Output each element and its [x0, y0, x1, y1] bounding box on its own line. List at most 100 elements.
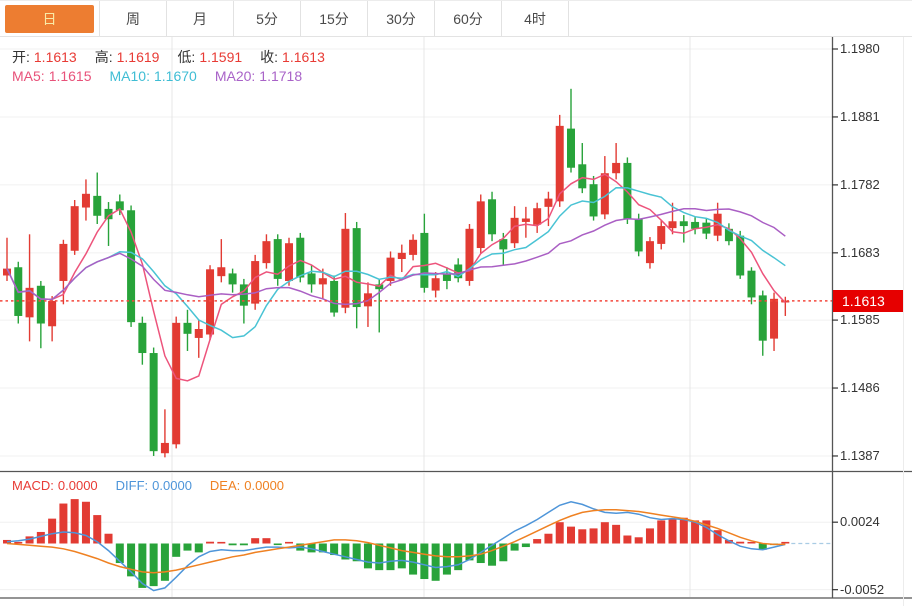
ma-legend: MA5:1.1615 MA10:1.1670 MA20:1.1718 — [12, 68, 320, 84]
macd-hist-bar — [736, 542, 744, 544]
candle-body — [556, 126, 564, 201]
price-axis-label: 1.1683 — [840, 245, 880, 260]
right-edge-divider — [903, 1, 904, 606]
macd-hist-bar — [262, 538, 270, 543]
legend-item: MA10:1.1670 — [110, 68, 201, 84]
candle-body — [657, 226, 665, 244]
macd-hist-bar — [48, 519, 56, 544]
current-price-tag: 1.1613 — [833, 290, 903, 312]
macd-hist-bar — [544, 534, 552, 544]
candle-body — [48, 301, 56, 326]
macd-hist-bar — [669, 519, 677, 544]
tab-60分[interactable]: 60分 — [435, 1, 502, 36]
macd-hist-bar — [285, 542, 293, 544]
candle-body — [172, 323, 180, 444]
candle-body — [82, 194, 90, 208]
candle-body — [330, 281, 338, 313]
candle-body — [432, 278, 440, 290]
macd-hist-bar — [601, 522, 609, 543]
candle-body — [578, 164, 586, 188]
macd-hist-bar — [240, 544, 248, 546]
candle-body — [59, 244, 67, 281]
legend-item: MA5:1.1615 — [12, 68, 96, 84]
price-axis-label: 1.1881 — [840, 109, 880, 124]
tabbar-spacer — [569, 1, 912, 36]
trading-chart-app: 日周月5分15分30分60分4时 开:1.1613高:1.1619低:1.159… — [0, 0, 912, 606]
macd-hist-bar — [274, 544, 282, 546]
macd-hist-bar — [206, 542, 214, 544]
candle-body — [71, 206, 79, 251]
macd-hist-bar — [556, 522, 564, 543]
macd-axis-label: 0.0024 — [840, 514, 880, 529]
macd-hist-bar — [409, 544, 417, 575]
tab-15分[interactable]: 15分 — [301, 1, 368, 36]
macd-legend: MACD:0.0000DIFF:0.0000DEA:0.0000 — [12, 478, 302, 493]
macd-hist-bar — [217, 542, 225, 544]
candle-body — [612, 163, 620, 173]
candle-body — [183, 323, 191, 334]
candle-body — [680, 221, 688, 226]
macd-hist-bar — [183, 544, 191, 551]
candle-body — [669, 221, 677, 228]
candle-body — [398, 253, 406, 259]
candle-body — [285, 243, 293, 281]
macd-hist-bar — [635, 537, 643, 543]
tab-5分[interactable]: 5分 — [234, 1, 301, 36]
candle-body — [150, 353, 158, 451]
macd-hist-bar — [59, 504, 67, 544]
macd-axis-label: -0.0052 — [840, 582, 884, 597]
macd-hist-bar — [375, 544, 383, 571]
macd-hist-bar — [229, 544, 237, 546]
macd-hist-bar — [432, 544, 440, 581]
macd-hist-bar — [590, 528, 598, 543]
macd-hist-bar — [150, 544, 158, 587]
macd-hist-bar — [511, 544, 519, 551]
macd-hist-bar — [657, 520, 665, 543]
price-axis-label: 1.1585 — [840, 312, 880, 327]
macd-hist-bar — [105, 534, 113, 544]
candle-body — [308, 273, 316, 284]
price-axis-label: 1.1486 — [840, 380, 880, 395]
macd-hist-bar — [195, 544, 203, 553]
tab-4时[interactable]: 4时 — [502, 1, 569, 36]
candle-body — [319, 278, 327, 284]
macd-hist-bar — [623, 536, 631, 544]
macd-hist-bar — [93, 515, 101, 543]
candle-body — [341, 229, 349, 308]
tab-月[interactable]: 月 — [167, 1, 234, 36]
candle-body — [511, 218, 519, 243]
macd-hist-bar — [567, 527, 575, 544]
ohlc-legend: 开:1.1613高:1.1619低:1.1591收:1.1613 — [12, 47, 343, 67]
macd-hist-bar — [364, 544, 372, 569]
tab-周[interactable]: 周 — [100, 1, 167, 36]
legend-item: MA20:1.1718 — [215, 68, 306, 84]
macd-hist-bar — [420, 544, 428, 580]
tab-30分[interactable]: 30分 — [368, 1, 435, 36]
candle-body — [93, 196, 101, 216]
legend-item: DIFF:0.0000 — [116, 478, 196, 493]
price-axis-label: 1.1387 — [840, 448, 880, 463]
macd-hist-bar — [522, 544, 530, 548]
macd-hist-bar — [578, 529, 586, 543]
price-axis-label: 1.1782 — [840, 177, 880, 192]
chart-canvas[interactable] — [0, 1, 912, 606]
macd-hist-bar — [612, 525, 620, 544]
macd-hist-bar — [71, 499, 79, 543]
macd-hist-bar — [116, 544, 124, 564]
macd-hist-bar — [398, 544, 406, 569]
candle-body — [217, 267, 225, 276]
legend-item: 高:1.1619 — [95, 49, 164, 65]
legend-item: 低:1.1591 — [177, 49, 246, 65]
candle-body — [420, 233, 428, 288]
macd-hist-bar — [251, 538, 259, 543]
macd-hist-bar — [161, 544, 169, 581]
candle-body — [544, 199, 552, 207]
tab-selected-label[interactable]: 日 — [5, 5, 94, 33]
candle-body — [465, 229, 473, 281]
tab-日[interactable]: 日 — [0, 1, 100, 36]
macd-hist-bar — [646, 528, 654, 543]
candle-body — [262, 241, 270, 263]
candle-body — [161, 443, 169, 453]
candle-body — [759, 295, 767, 340]
candle-body — [567, 129, 575, 168]
